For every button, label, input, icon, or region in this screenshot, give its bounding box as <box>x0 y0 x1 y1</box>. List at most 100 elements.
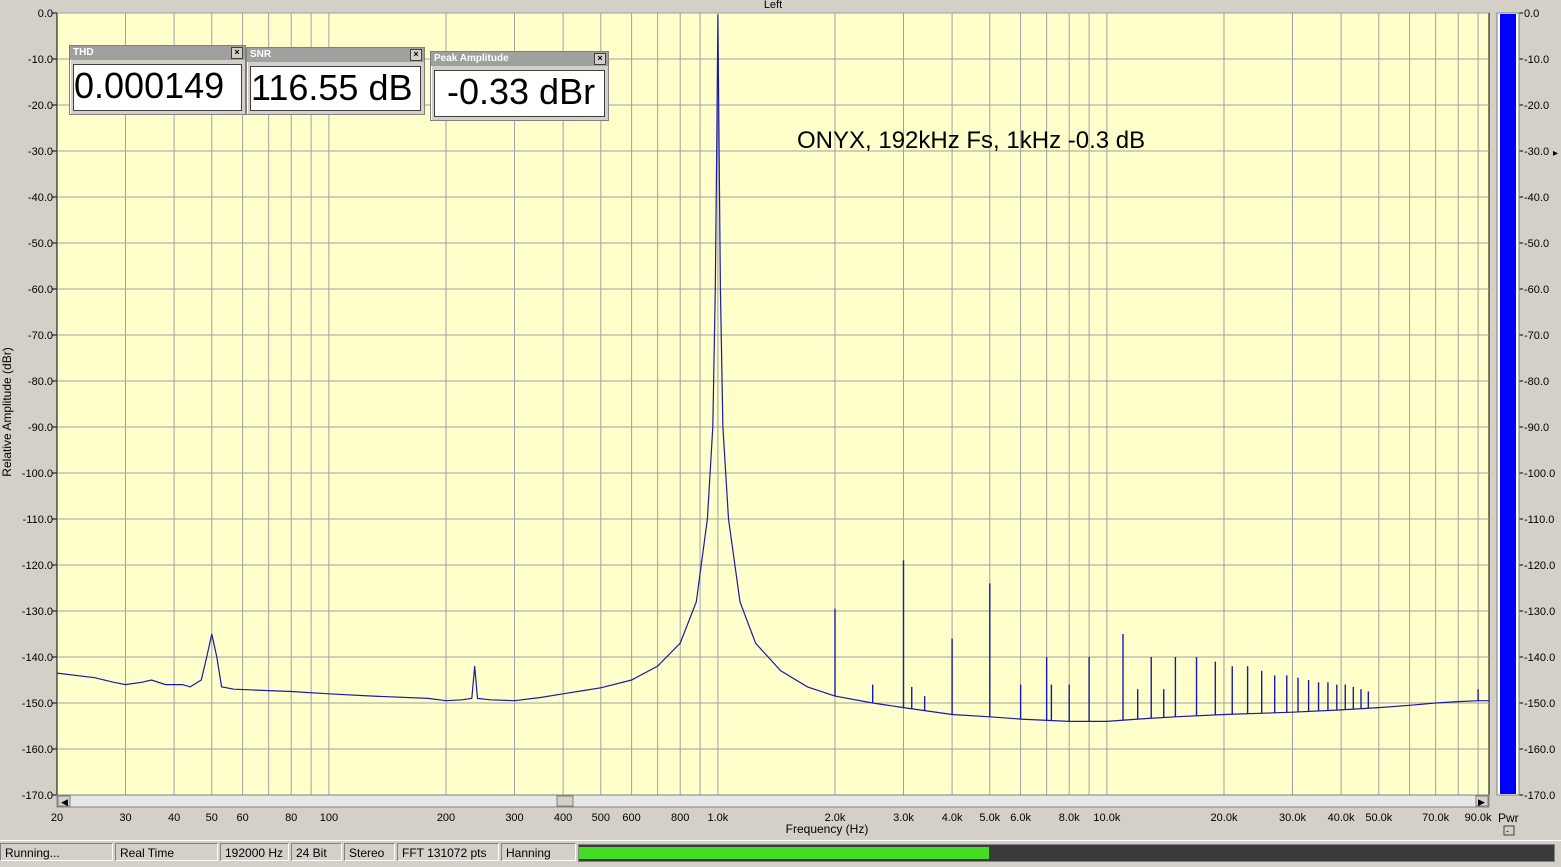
y-tick-label: -30.0 <box>28 146 53 158</box>
y-tick-label: 0.0 <box>38 8 53 20</box>
x-tick-label: 20 <box>51 812 63 824</box>
y-tick-label: -110.0 <box>23 514 53 526</box>
x-tick-label: 600 <box>622 812 640 824</box>
x-tick-label: 50.0k <box>1365 812 1392 824</box>
x-tick-label: 100 <box>320 812 338 824</box>
x-tick-label: 60 <box>236 812 248 824</box>
x-tick-label: 20.0k <box>1211 812 1238 824</box>
y-tick-label: -70.0 <box>28 330 53 342</box>
pwr-tick-label: -120.0 <box>1524 560 1555 572</box>
y-tick-label: -130.0 <box>22 606 53 618</box>
pwr-tick-label: -70.0 <box>1524 330 1549 342</box>
y-tick-label: -150.0 <box>22 698 53 710</box>
pwr-tick-label: -160.0 <box>1524 744 1555 756</box>
y-tick-label: -170.0 <box>22 790 53 802</box>
y-tick-label: -10.0 <box>28 54 53 66</box>
peak-title: Peak Amplitude <box>434 53 509 64</box>
y-tick-label: -50.0 <box>28 238 53 250</box>
status-bit-depth[interactable]: 24 Bit <box>291 843 342 861</box>
pwr-tick-label: -110.0 <box>1524 514 1554 526</box>
x-axis-label: Frequency (Hz) <box>786 822 869 836</box>
spectrum-chart: 0.0-10.0-20.0-30.0-40.0-50.0-60.0-70.0-8… <box>0 0 1558 836</box>
y-tick-label: -80.0 <box>28 376 53 388</box>
pwr-tick-label: -60.0 <box>1524 284 1549 296</box>
pwr-tick-label: -40.0 <box>1524 192 1549 204</box>
y-tick-label: -100.0 <box>22 468 53 480</box>
x-tick-label: 70.0k <box>1422 812 1449 824</box>
pwr-tick-label: -150.0 <box>1524 698 1555 710</box>
status-channels[interactable]: Stereo <box>344 843 395 861</box>
pwr-tick-label: -80.0 <box>1524 376 1549 388</box>
pwr-tick-label: -50.0 <box>1524 238 1549 250</box>
status-state: Running... <box>0 843 113 861</box>
x-tick-label: 50 <box>206 812 218 824</box>
peak-value: -0.33 dBr <box>434 70 605 117</box>
pwr-tick-label: -170.0 <box>1524 790 1555 802</box>
pwr-tick-label: 0.0 <box>1524 8 1539 20</box>
panel-title: Left <box>764 0 782 11</box>
y-tick-label: -20.0 <box>28 100 53 112</box>
pwr-tick-label: -20.0 <box>1524 100 1549 112</box>
status-sample-rate[interactable]: 192000 Hz <box>220 843 289 861</box>
snr-close-icon[interactable]: × <box>410 49 422 61</box>
pwr-meter-label: Pwr <box>1498 811 1519 825</box>
thd-close-icon[interactable]: × <box>231 47 243 59</box>
x-tick-label: 400 <box>554 812 572 824</box>
x-tick-label: 30 <box>119 812 131 824</box>
x-tick-label: 80 <box>285 812 297 824</box>
input-level-meter <box>578 844 1555 862</box>
snr-readout[interactable]: SNR × 116.55 dB <box>246 47 425 115</box>
x-tick-label: 5.0k <box>979 812 1000 824</box>
x-tick-label: 800 <box>671 812 689 824</box>
status-bar: Running... Real Time 192000 Hz 24 Bit St… <box>0 840 1561 867</box>
thd-title: THD <box>73 47 94 58</box>
pwr-tick-label: -90.0 <box>1524 422 1549 434</box>
x-tick-label: 8.0k <box>1059 812 1080 824</box>
y-tick-label: -140.0 <box>22 652 53 664</box>
peak-amplitude-readout[interactable]: Peak Amplitude × -0.33 dBr <box>430 51 609 121</box>
snr-title: SNR <box>250 49 272 60</box>
x-tick-label: 30.0k <box>1279 812 1306 824</box>
y-tick-label: -120.0 <box>22 560 53 572</box>
scroll-left-arrow-icon: ◀ <box>61 797 68 807</box>
x-tick-label: 500 <box>592 812 610 824</box>
y-axis-left: 0.0 -10.0 -20.0 -30.0 -40.0 -50.0 -60.0 -70.0 -8… <box>22 8 57 802</box>
meter-scroll-arrow-icon[interactable]: ▸ <box>1553 148 1558 159</box>
y-tick-label: -60.0 <box>28 284 53 296</box>
status-window[interactable]: Hanning <box>501 843 576 861</box>
snr-value: 116.55 dB <box>250 66 421 111</box>
x-tick-label: 4.0k <box>942 812 963 824</box>
x-tick-label: 6.0k <box>1010 812 1031 824</box>
thd-readout[interactable]: THD × 0.000149 <box>69 45 246 115</box>
minus-icon: - <box>1506 826 1509 836</box>
pwr-tick-label: -140.0 <box>1524 652 1555 664</box>
thd-value: 0.000149 <box>73 64 242 111</box>
status-fft[interactable]: FFT 131072 pts <box>397 843 499 861</box>
x-tick-label: 200 <box>437 812 455 824</box>
scroll-right-arrow-icon: ▶ <box>1478 797 1485 807</box>
x-tick-label: 3.0k <box>893 812 914 824</box>
chart-annotation: ONYX, 192kHz Fs, 1kHz -0.3 dB <box>797 127 1145 154</box>
x-tick-label: 40 <box>168 812 180 824</box>
y-tick-label: -160.0 <box>22 744 53 756</box>
pwr-tick-label: -130.0 <box>1524 606 1555 618</box>
peak-close-icon[interactable]: × <box>594 53 606 65</box>
x-tick-label: 40.0k <box>1328 812 1355 824</box>
y-axis-right: 0.0 -10.0 -20.0 -30.0 -40.0 -50.0 -60.0 -70.0 -8… <box>1519 8 1555 802</box>
horizontal-scrollbar[interactable]: ◀ ▶ <box>56 794 1490 808</box>
scroll-thumb[interactable] <box>556 795 574 807</box>
x-tick-label: 90.0k <box>1465 812 1492 824</box>
x-tick-label: 10.0k <box>1093 812 1120 824</box>
y-tick-label: -40.0 <box>28 192 53 204</box>
x-tick-label: 1.0k <box>707 812 728 824</box>
input-level-fill <box>579 847 989 859</box>
pwr-tick-label: -100.0 <box>1524 468 1555 480</box>
pwr-tick-label: -30.0 <box>1524 146 1549 158</box>
pwr-tick-label: -10.0 <box>1524 54 1549 66</box>
x-tick-label: 300 <box>505 812 523 824</box>
y-tick-label: -90.0 <box>28 422 53 434</box>
pwr-meter-bar <box>1500 14 1516 794</box>
status-mode[interactable]: Real Time <box>115 843 218 861</box>
x-axis: 20 30 40 50 60 80 100 200 300 400 500 600 800 1.0k 2.0… <box>51 812 1492 824</box>
y-axis-label: Relative Amplitude (dBr) <box>0 347 14 476</box>
